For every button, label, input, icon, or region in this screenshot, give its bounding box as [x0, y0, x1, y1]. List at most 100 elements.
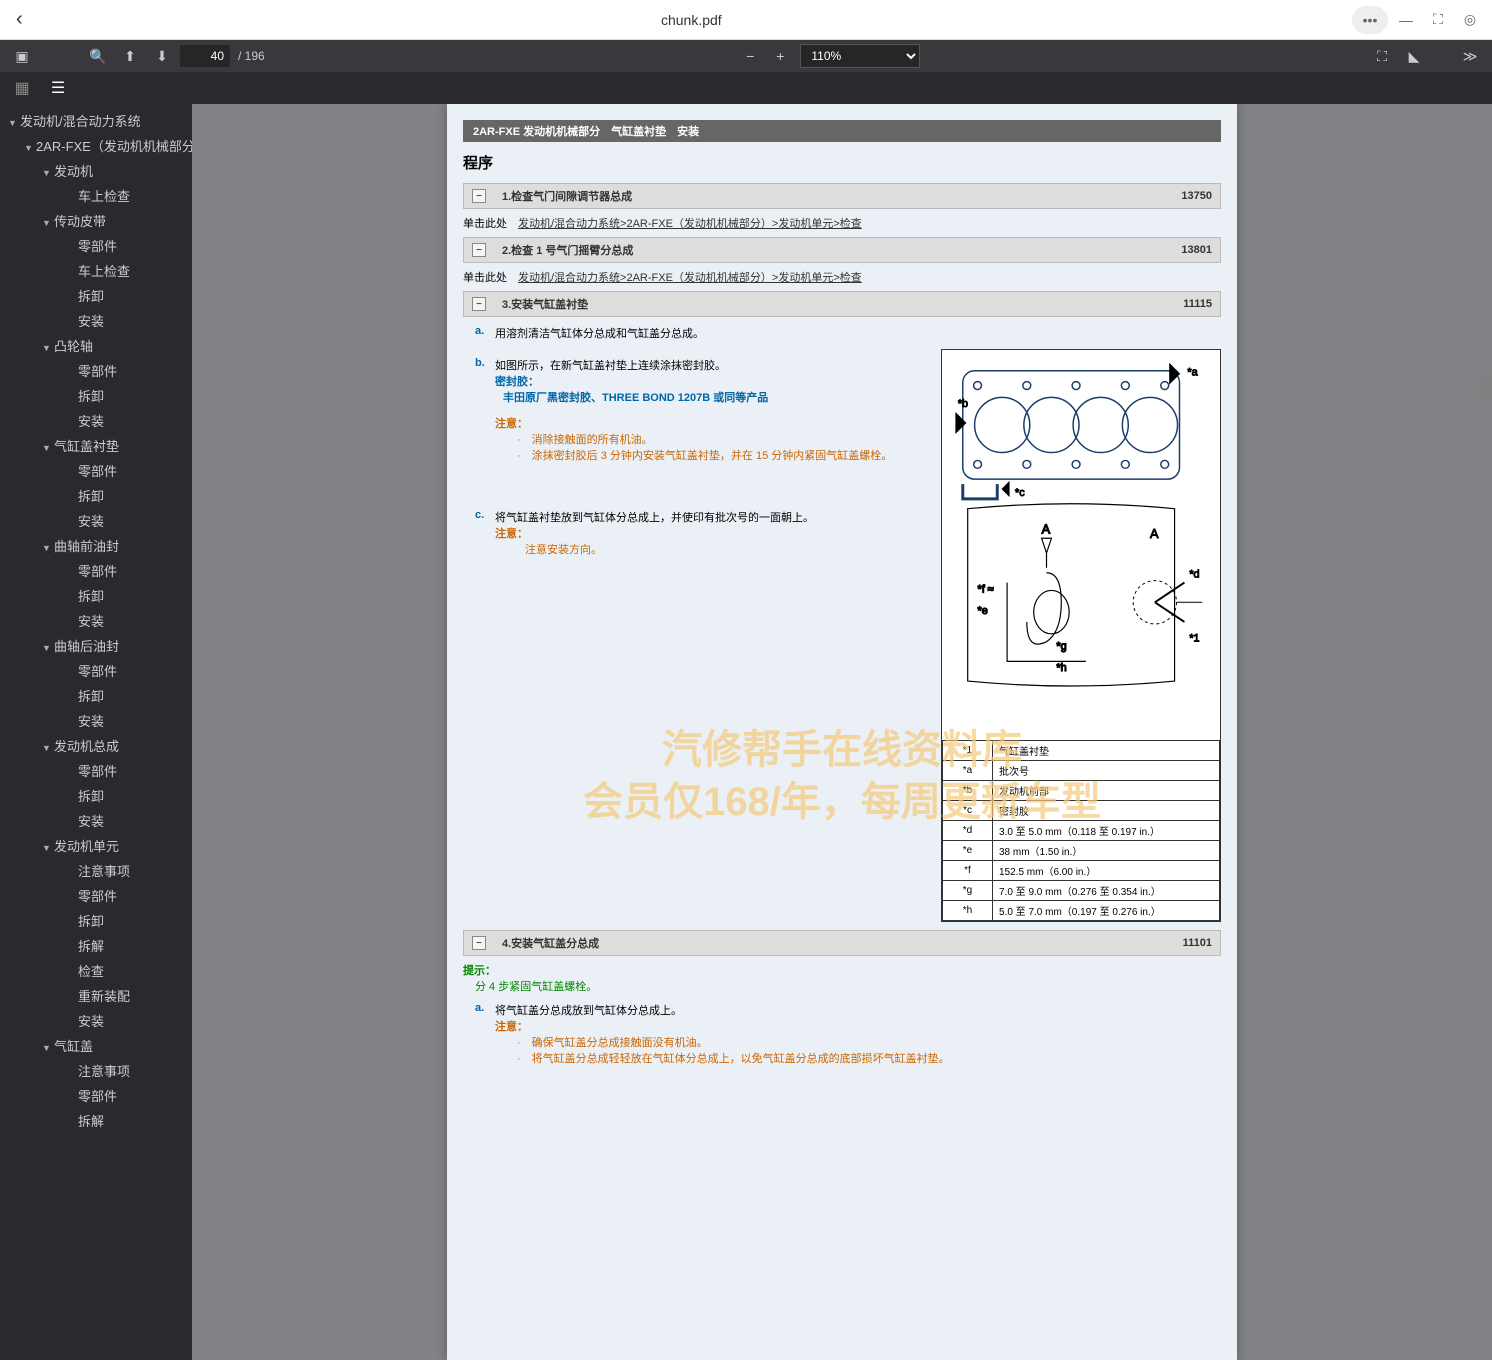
svg-text:*h: *h	[1056, 662, 1066, 674]
table-row: *a批次号	[943, 761, 1220, 781]
outline-item[interactable]: ▼发动机	[0, 158, 192, 183]
minimize-button[interactable]: —	[1392, 6, 1420, 34]
presentation-icon[interactable]: ⛶	[1368, 42, 1396, 70]
link-row-1: 单击此处 发动机/混合动力系统>2AR-FXE（发动机机械部分）>发动机单元>检…	[463, 215, 1221, 231]
window-controls: ••• — ⛶ ◎	[1352, 6, 1484, 34]
substep-a: a. 用溶剂清洁气缸体分总成和气缸盖分总成。	[475, 325, 1209, 341]
step-2: − 2.检查 1 号气门摇臂分总成 13801	[463, 237, 1221, 263]
outline-item[interactable]: ▼凸轮轴	[0, 333, 192, 358]
search-icon[interactable]: 🔍	[84, 42, 112, 70]
outline-item[interactable]: 拆卸	[0, 483, 192, 508]
outline-item[interactable]: 拆解	[0, 1108, 192, 1133]
outline-item[interactable]: ▼气缸盖衬垫	[0, 433, 192, 458]
outline-item[interactable]: 零部件	[0, 558, 192, 583]
collapse-icon[interactable]: −	[472, 297, 486, 311]
substep-b: b. 如图所示，在新气缸盖衬垫上连续涂抹密封胶。 密封胶： 丰田原厂黑密封胶、T…	[475, 357, 901, 463]
outline-tab-icon[interactable]: ☰	[44, 74, 72, 102]
collapse-icon[interactable]: −	[472, 936, 486, 950]
outline-item[interactable]: 安装	[0, 808, 192, 833]
side-handle[interactable]	[1478, 374, 1492, 402]
outline-item[interactable]: 拆卸	[0, 908, 192, 933]
technical-figure: *a *b *c A *f ≈ *e *g *h A *d *1 *1气缸盖衬垫…	[941, 349, 1221, 922]
outline-item[interactable]: 零部件	[0, 1083, 192, 1108]
outline-item[interactable]: 零部件	[0, 883, 192, 908]
maximize-button[interactable]: ⛶	[1424, 6, 1452, 34]
outline-item[interactable]: ▼曲轴后油封	[0, 633, 192, 658]
outline-item[interactable]: ▼2AR-FXE（发动机机械部分）	[0, 133, 192, 158]
more-button[interactable]: •••	[1352, 6, 1388, 34]
table-row: *d3.0 至 5.0 mm（0.118 至 0.197 in.）	[943, 821, 1220, 841]
outline-item[interactable]: ▼发动机单元	[0, 833, 192, 858]
outline-item[interactable]: 车上检查	[0, 258, 192, 283]
gasket-diagram: *a *b *c A *f ≈ *e *g *h A *d *1	[948, 356, 1214, 730]
collapse-icon[interactable]: −	[472, 189, 486, 203]
nav-link-2[interactable]: 发动机/混合动力系统>2AR-FXE（发动机机械部分）>发动机单元>检查	[518, 272, 862, 284]
zoom-out-icon[interactable]: −	[736, 42, 764, 70]
procedure-title: 程序	[463, 152, 1221, 173]
page-down-icon[interactable]: ⬇	[148, 42, 176, 70]
table-row: *g7.0 至 9.0 mm（0.276 至 0.354 in.）	[943, 881, 1220, 901]
outline-item[interactable]: 安装	[0, 308, 192, 333]
outline-item[interactable]: 拆卸	[0, 383, 192, 408]
outline-item[interactable]: 安装	[0, 408, 192, 433]
window-titlebar: ‹ chunk.pdf ••• — ⛶ ◎	[0, 0, 1492, 40]
target-button[interactable]: ◎	[1456, 6, 1484, 34]
outline-item[interactable]: 安装	[0, 1008, 192, 1033]
outline-item[interactable]: 零部件	[0, 658, 192, 683]
step-4: − 4.安装气缸盖分总成 11101	[463, 930, 1221, 956]
outline-item[interactable]: 零部件	[0, 758, 192, 783]
outline-item[interactable]: 零部件	[0, 233, 192, 258]
sidebar-tabs: ▦ ☰	[0, 72, 1492, 104]
collapse-icon[interactable]: −	[472, 243, 486, 257]
outline-item[interactable]: 拆卸	[0, 683, 192, 708]
outline-item[interactable]: ▼传动皮带	[0, 208, 192, 233]
outline-item[interactable]: 拆卸	[0, 583, 192, 608]
table-row: *1气缸盖衬垫	[943, 741, 1220, 761]
svg-text:*g: *g	[1056, 641, 1066, 653]
nav-link-1[interactable]: 发动机/混合动力系统>2AR-FXE（发动机机械部分）>发动机单元>检查	[518, 218, 862, 230]
pdf-viewport[interactable]: 2AR-FXE 发动机机械部分 气缸盖衬垫 安装 程序 − 1.检查气门间隙调节…	[192, 104, 1492, 1360]
page-number-input[interactable]	[180, 45, 230, 67]
document-title: chunk.pdf	[31, 12, 1352, 28]
tools-icon[interactable]: ≫	[1456, 42, 1484, 70]
outline-item[interactable]: 拆解	[0, 933, 192, 958]
table-row: *f152.5 mm（6.00 in.）	[943, 861, 1220, 881]
outline-item[interactable]: 注意事项	[0, 1058, 192, 1083]
zoom-in-icon[interactable]: +	[766, 42, 794, 70]
link-row-2: 单击此处 发动机/混合动力系统>2AR-FXE（发动机机械部分）>发动机单元>检…	[463, 269, 1221, 285]
outline-item[interactable]: 零部件	[0, 358, 192, 383]
zoom-select[interactable]: 110%	[800, 44, 920, 68]
section-header: 2AR-FXE 发动机机械部分 气缸盖衬垫 安装	[463, 120, 1221, 142]
svg-text:*f ≈: *f ≈	[978, 583, 994, 595]
outline-item[interactable]: ▼发动机/混合动力系统	[0, 108, 192, 133]
svg-text:*a: *a	[1187, 367, 1198, 379]
svg-text:*1: *1	[1189, 633, 1199, 645]
outline-item[interactable]: 检查	[0, 958, 192, 983]
svg-text:*c: *c	[1015, 487, 1025, 499]
step-3: − 3.安装气缸盖衬垫 11115	[463, 291, 1221, 317]
outline-item[interactable]: 重新装配	[0, 983, 192, 1008]
outline-item[interactable]: 安装	[0, 608, 192, 633]
substep-a2: a. 将气缸盖分总成放到气缸体分总成上。 注意： · 确保气缸盖分总成接触面没有…	[475, 1002, 1209, 1066]
outline-item[interactable]: 注意事项	[0, 858, 192, 883]
thumbnails-tab-icon[interactable]: ▦	[8, 74, 36, 102]
outline-item[interactable]: 安装	[0, 508, 192, 533]
outline-sidebar: ▼发动机/混合动力系统▼2AR-FXE（发动机机械部分）▼发动机车上检查▼传动皮…	[0, 104, 192, 1360]
back-button[interactable]: ‹	[8, 4, 31, 35]
outline-item[interactable]: 拆卸	[0, 783, 192, 808]
outline-item[interactable]: 拆卸	[0, 283, 192, 308]
table-row: *h5.0 至 7.0 mm（0.197 至 0.276 in.）	[943, 901, 1220, 921]
outline-item[interactable]: ▼气缸盖	[0, 1033, 192, 1058]
outline-item[interactable]: ▼发动机总成	[0, 733, 192, 758]
sidebar-toggle-icon[interactable]: ▣	[8, 42, 36, 70]
bookmark-icon[interactable]: ◣	[1400, 42, 1428, 70]
table-row: *e38 mm（1.50 in.）	[943, 841, 1220, 861]
svg-text:A: A	[1042, 521, 1051, 536]
outline-item[interactable]: 零部件	[0, 458, 192, 483]
outline-item[interactable]: ▼曲轴前油封	[0, 533, 192, 558]
outline-item[interactable]: 安装	[0, 708, 192, 733]
spec-table: *1气缸盖衬垫*a批次号*b发动机前部*c密封胶*d3.0 至 5.0 mm（0…	[942, 740, 1220, 921]
svg-text:*b: *b	[958, 398, 968, 410]
page-up-icon[interactable]: ⬆	[116, 42, 144, 70]
outline-item[interactable]: 车上检查	[0, 183, 192, 208]
